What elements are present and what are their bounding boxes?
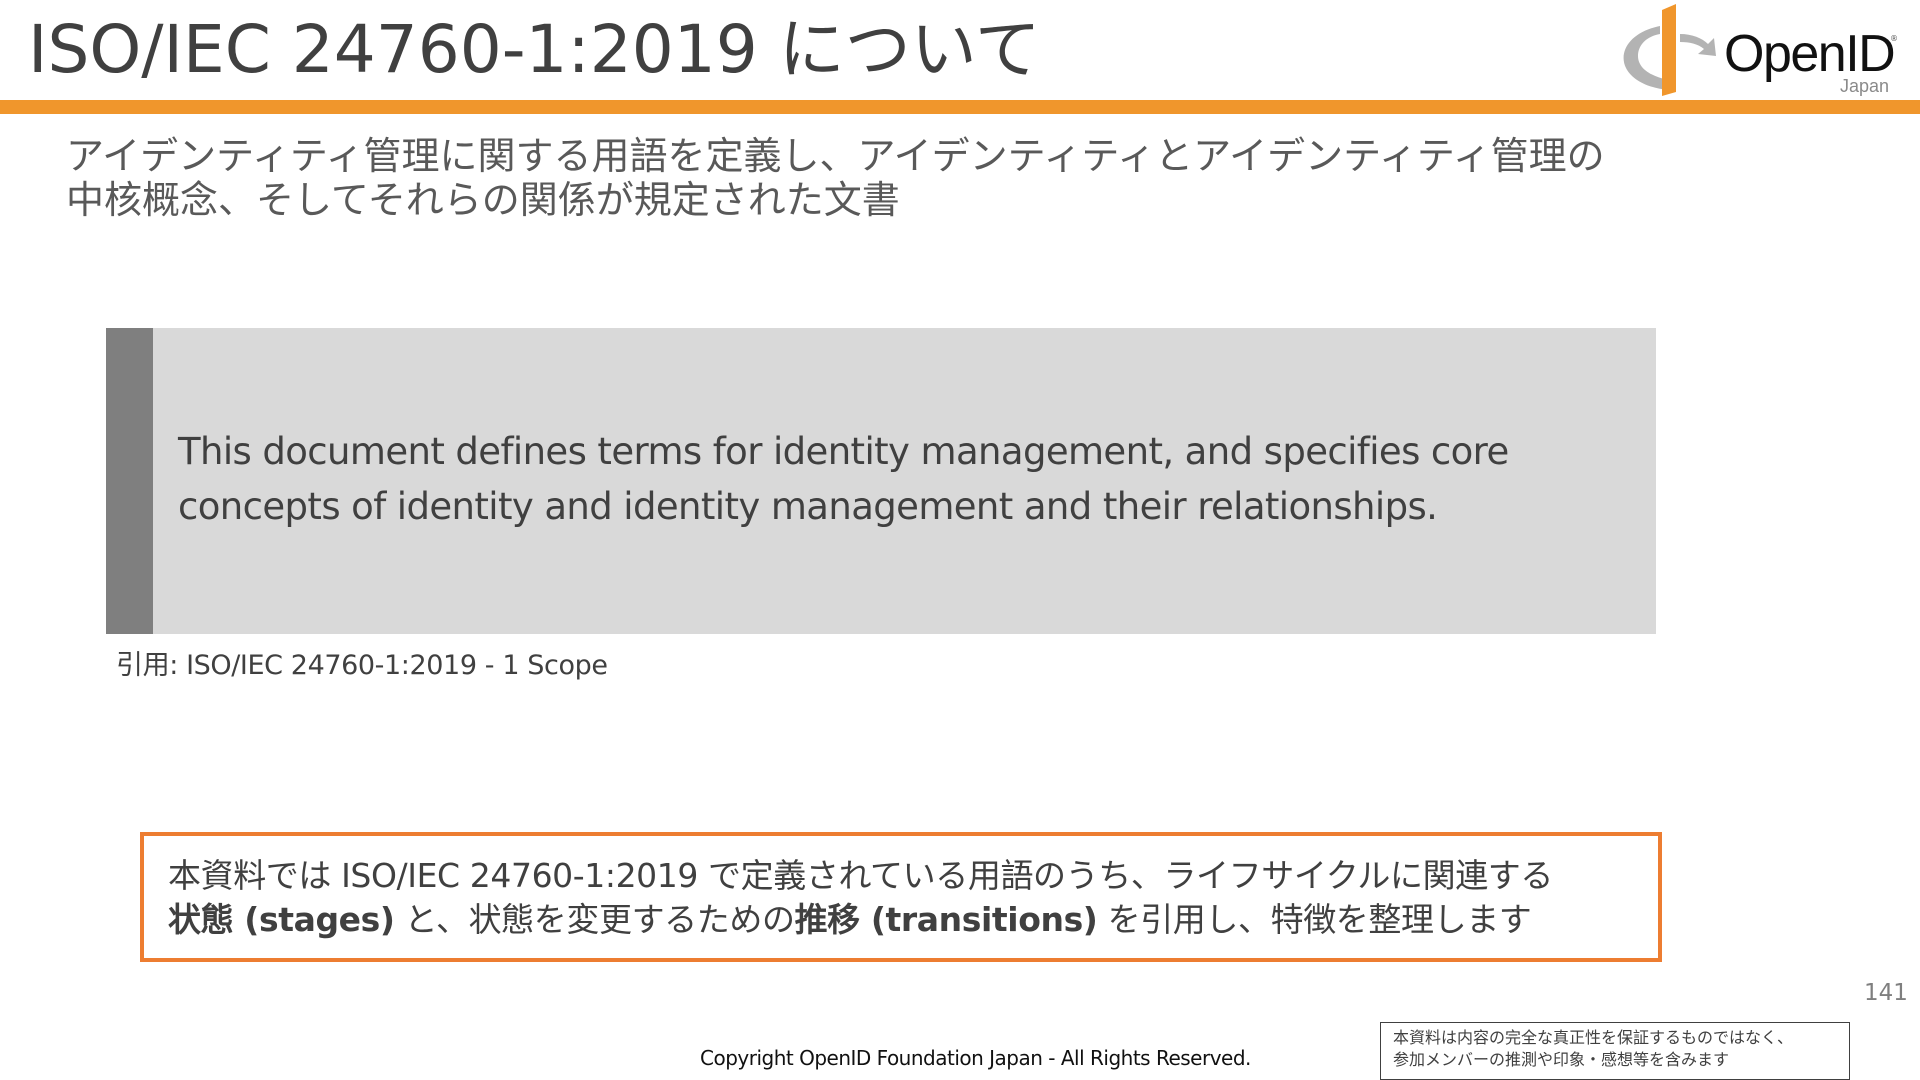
logo-registered-mark: ® [1890, 34, 1898, 43]
openid-japan-logo: OpenID ® Japan [1618, 4, 1898, 96]
header-divider [0, 100, 1920, 114]
slide-subtitle: アイデンティティ管理に関する用語を定義し、アイデンティティとアイデンティティ管理… [66, 134, 1766, 222]
logo-wordmark: OpenID [1724, 25, 1896, 83]
quote-panel: This document defines terms for identity… [106, 328, 1656, 634]
note-box: 本資料では ISO/IEC 24760-1:2019 で定義されている用語のうち… [140, 832, 1662, 962]
openid-logo-icon [1623, 4, 1716, 96]
note-part-2: と、状態を変更するための [394, 900, 795, 939]
quote-text: This document defines terms for identity… [178, 424, 1618, 534]
logo-subtext: Japan [1840, 76, 1890, 96]
note-part-3: を引用し、特徴を整理します [1097, 900, 1532, 939]
subtitle-line-2: 中核概念、そしてそれらの関係が規定された文書 [66, 178, 900, 222]
citation: 引用: ISO/IEC 24760-1:2019 - 1 Scope [116, 650, 608, 681]
note-part-1: 本資料では ISO/IEC 24760-1:2019 で定義されている用語のうち… [168, 856, 1554, 895]
note-transitions-term: 推移 (transitions) [794, 900, 1098, 939]
note-stages-term: 状態 (stages) [168, 900, 395, 939]
disclaimer-line-1: 本資料は内容の完全な真正性を保証するものではなく、 [1393, 1028, 1794, 1047]
slide-title: ISO/IEC 24760-1:2019 について [28, 11, 1041, 88]
disclaimer-line-2: 参加メンバーの推測や印象・感想等を含みます [1393, 1050, 1730, 1069]
quote-line-1: This document defines terms for identity… [178, 430, 1509, 473]
disclaimer-box: 本資料は内容の完全な真正性を保証するものではなく、 参加メンバーの推測や印象・感… [1380, 1022, 1850, 1080]
note-text: 本資料では ISO/IEC 24760-1:2019 で定義されている用語のうち… [168, 854, 1648, 942]
quote-accent-bar [106, 328, 153, 634]
page-number: 141 [1864, 980, 1908, 1006]
copyright-notice: Copyright OpenID Foundation Japan - All … [700, 1046, 1251, 1070]
subtitle-line-1: アイデンティティ管理に関する用語を定義し、アイデンティティとアイデンティティ管理… [66, 134, 1605, 178]
quote-line-2: concepts of identity and identity manage… [178, 485, 1438, 528]
